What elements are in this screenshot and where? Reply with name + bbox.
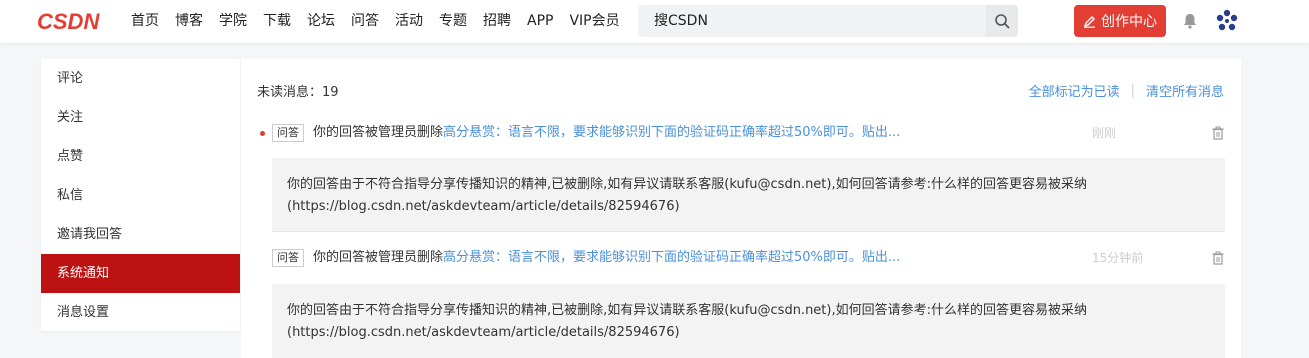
unread-count: 未读消息：19 bbox=[257, 85, 339, 100]
nav-home[interactable]: 首页 bbox=[131, 0, 159, 43]
nav-forum[interactable]: 论坛 bbox=[307, 0, 335, 43]
trash-icon[interactable] bbox=[1212, 126, 1224, 140]
actions-separator: | bbox=[1130, 83, 1135, 98]
notification-body: 你的回答由于不符合指导分享传播知识的精神,已被删除,如有异议请联系客服(kufu… bbox=[272, 284, 1225, 358]
mark-all-read-link[interactable]: 全部标记为已读 bbox=[1029, 81, 1120, 100]
notification-body: 你的回答由于不符合指导分享传播知识的精神,已被删除,如有异议请联系客服(kufu… bbox=[272, 158, 1225, 231]
nav-jobs[interactable]: 招聘 bbox=[483, 0, 511, 43]
question-link[interactable]: 高分悬赏：语言不限，要求能够识别下面的验证码正确率超过50%即可。贴出... bbox=[443, 125, 900, 140]
nav-edu[interactable]: 学院 bbox=[219, 0, 247, 43]
clear-all-link[interactable]: 清空所有消息 bbox=[1146, 81, 1224, 100]
notification-title: 你的回答被管理员删除高分悬赏：语言不限，要求能够识别下面的验证码正确率超过50%… bbox=[313, 247, 900, 269]
sidebar-item-private-messages[interactable]: 私信 bbox=[41, 176, 240, 215]
sidebar-item-invitations[interactable]: 邀请我回答 bbox=[41, 215, 240, 254]
category-tag: 问答 bbox=[272, 249, 304, 267]
nav-vip[interactable]: VIP会员 bbox=[569, 0, 619, 43]
notification-panel: 未读消息：19 全部标记为已读 | 清空所有消息 问答 你的回答被管理员删除高分… bbox=[241, 59, 1241, 358]
trash-icon[interactable] bbox=[1212, 251, 1224, 265]
notification-prefix: 你的回答被管理员删除 bbox=[313, 250, 444, 265]
sidebar-item-comments[interactable]: 评论 bbox=[41, 59, 240, 98]
search-box[interactable]: 搜CSDN bbox=[638, 5, 1018, 37]
sidebar-item-likes[interactable]: 点赞 bbox=[41, 137, 240, 176]
sidebar-item-system-notices[interactable]: 系统通知 bbox=[41, 254, 240, 293]
search-input[interactable]: 搜CSDN bbox=[654, 5, 708, 37]
main-nav: 首页 博客 学院 下载 论坛 问答 活动 专题 招聘 APP VIP会员 bbox=[131, 0, 636, 43]
notification-time: 15分钟前 bbox=[1092, 251, 1144, 265]
sidebar-item-follows[interactable]: 关注 bbox=[41, 98, 240, 137]
avatar[interactable] bbox=[1212, 6, 1242, 36]
nav-app[interactable]: APP bbox=[527, 0, 553, 43]
unread-dot bbox=[260, 131, 265, 136]
search-button[interactable] bbox=[986, 5, 1018, 37]
svg-text:CSDN: CSDN bbox=[37, 9, 100, 33]
nav-blog[interactable]: 博客 bbox=[175, 0, 203, 43]
pen-icon bbox=[1083, 15, 1095, 28]
category-tag: 问答 bbox=[272, 124, 304, 142]
search-icon bbox=[995, 14, 1010, 29]
nav-ask[interactable]: 问答 bbox=[351, 0, 379, 43]
question-link[interactable]: 高分悬赏：语言不限，要求能够识别下面的验证码正确率超过50%即可。贴出... bbox=[443, 250, 900, 265]
message-sidebar: 评论 关注 点赞 私信 邀请我回答 系统通知 消息设置 bbox=[41, 59, 240, 331]
panel-actions: 全部标记为已读 | 清空所有消息 bbox=[1029, 81, 1224, 100]
sidebar-item-message-settings[interactable]: 消息设置 bbox=[41, 293, 240, 332]
notification-title: 你的回答被管理员删除高分悬赏：语言不限，要求能够识别下面的验证码正确率超过50%… bbox=[313, 122, 900, 144]
notification-prefix: 你的回答被管理员删除 bbox=[313, 125, 444, 140]
notification-time: 刚刚 bbox=[1092, 126, 1117, 140]
divider bbox=[272, 231, 1225, 232]
nav-topics[interactable]: 专题 bbox=[439, 0, 467, 43]
nav-events[interactable]: 活动 bbox=[395, 0, 423, 43]
csdn-logo[interactable]: CSDN bbox=[37, 9, 115, 33]
top-navbar: CSDN 首页 博客 学院 下载 论坛 问答 活动 专题 招聘 APP VIP会… bbox=[0, 0, 1309, 43]
notification-item: 问答 你的回答被管理员删除高分悬赏：语言不限，要求能够识别下面的验证码正确率超过… bbox=[257, 247, 1225, 269]
nav-download[interactable]: 下载 bbox=[263, 0, 291, 43]
bell-icon[interactable] bbox=[1181, 12, 1199, 30]
notification-item: 问答 你的回答被管理员删除高分悬赏：语言不限，要求能够识别下面的验证码正确率超过… bbox=[257, 122, 1225, 144]
create-center-label: 创作中心 bbox=[1101, 14, 1157, 30]
create-center-button[interactable]: 创作中心 bbox=[1074, 5, 1166, 37]
